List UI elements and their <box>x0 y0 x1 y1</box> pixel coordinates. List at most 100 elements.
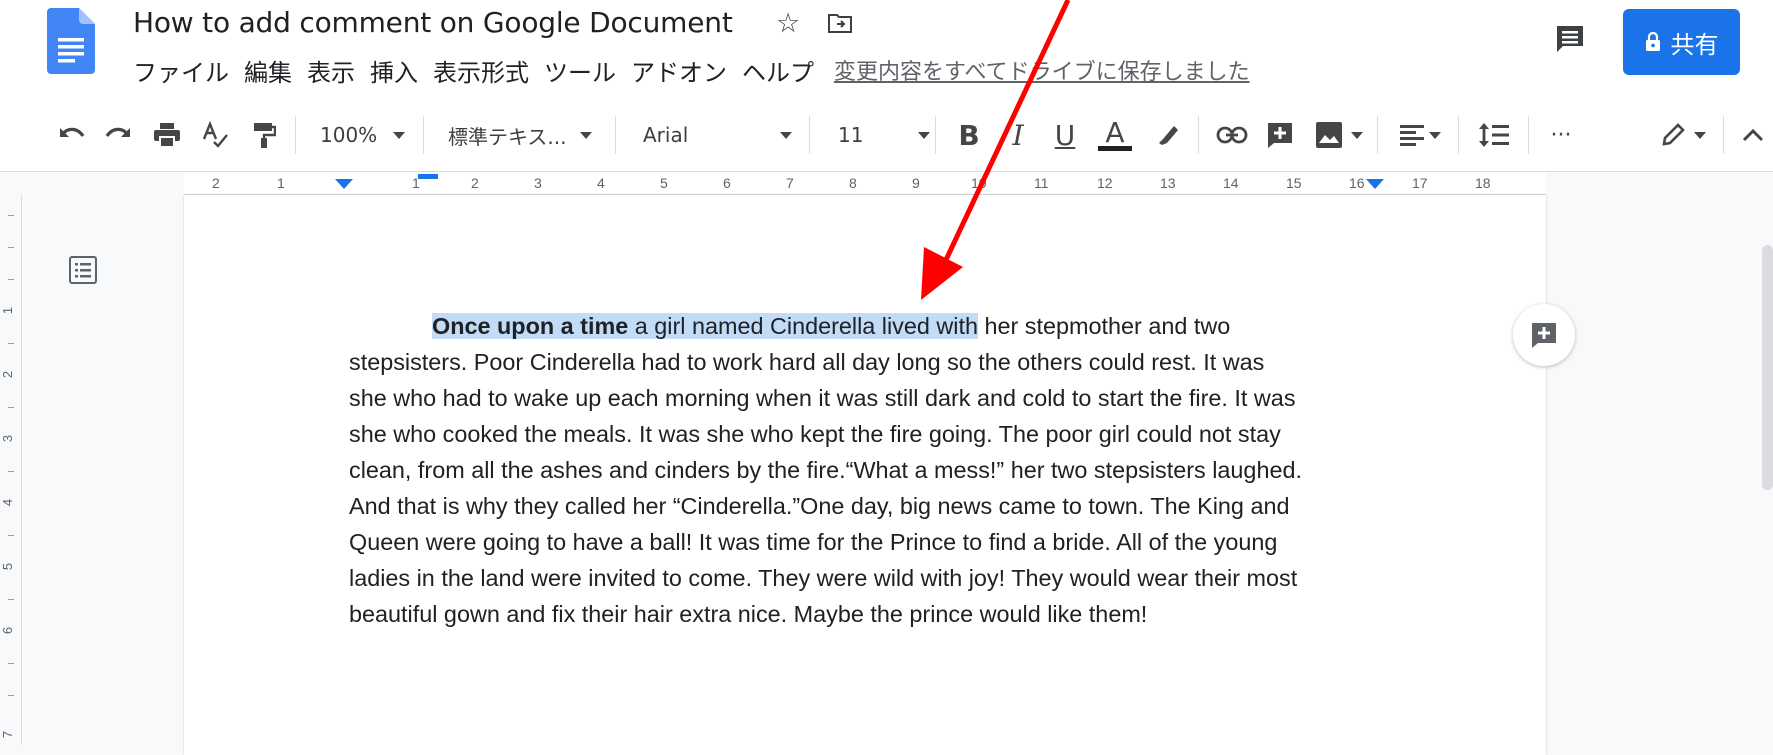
horizontal-ruler[interactable]: 2 1 1 2 3 4 5 6 7 8 9 10 11 12 13 14 15 … <box>0 172 1773 195</box>
paragraph-style-value: 標準テキス... <box>448 124 567 149</box>
save-status[interactable]: 変更内容をすべてドライブに保存しました <box>834 56 1250 90</box>
menu-file[interactable]: ファイル <box>133 56 229 90</box>
vruler-tick <box>8 279 14 280</box>
move-to-folder-icon[interactable] <box>827 12 853 34</box>
ruler-number: 3 <box>534 175 542 191</box>
add-comment-button[interactable] <box>1513 304 1575 366</box>
menu-view[interactable]: 表示 <box>307 56 355 90</box>
ruler-number: 9 <box>912 175 920 191</box>
vertical-ruler[interactable]: 1 2 3 4 5 6 7 <box>0 195 22 745</box>
ruler-number: 15 <box>1286 175 1302 191</box>
text-color-label: A <box>1105 115 1125 149</box>
toolbar-divider <box>935 116 936 154</box>
ruler-number: 10 <box>971 175 987 191</box>
vruler-tick <box>8 215 14 216</box>
lock-icon <box>1645 32 1660 51</box>
outline-icon[interactable] <box>68 255 98 285</box>
insert-image-button[interactable] <box>1309 118 1369 152</box>
redo-icon <box>105 127 130 137</box>
editing-mode-button[interactable] <box>1654 118 1712 152</box>
text-color-button[interactable]: A <box>1097 118 1133 152</box>
chevron-down-icon <box>1351 131 1363 139</box>
zoom-select[interactable]: 100% <box>320 118 406 152</box>
menu-edit[interactable]: 編集 <box>244 56 292 90</box>
bold-button[interactable]: B <box>954 118 984 152</box>
toolbar-divider <box>809 116 810 154</box>
spellcheck-icon <box>202 121 228 148</box>
zoom-value: 100% <box>320 123 378 147</box>
ruler-number: 13 <box>1160 175 1176 191</box>
star-icon[interactable]: ☆ <box>776 8 800 39</box>
ruler-number: 4 <box>597 175 605 191</box>
line-spacing-button[interactable] <box>1476 118 1512 152</box>
vruler-number: 6 <box>0 626 16 635</box>
insert-comment-button[interactable] <box>1263 118 1297 152</box>
paint-format-icon <box>254 123 276 148</box>
ruler-number: 18 <box>1475 175 1491 191</box>
scrollbar[interactable] <box>1762 245 1773 490</box>
underline-button[interactable]: U <box>1050 118 1080 152</box>
menu-tools[interactable]: ツール <box>544 56 616 90</box>
paint-format-button[interactable] <box>247 118 281 152</box>
text-line: clean, from all the ashes and cinders by… <box>349 457 1302 483</box>
font-select[interactable]: Arial <box>643 118 793 152</box>
print-button[interactable] <box>150 118 184 152</box>
vruler-tick <box>8 471 14 472</box>
menu-help[interactable]: ヘルプ <box>742 56 814 90</box>
document-title[interactable]: How to add comment on Google Document <box>133 6 733 39</box>
comment-history-icon[interactable] <box>1553 22 1587 56</box>
selected-text[interactable]: a girl named Cinderella lived with <box>628 313 978 339</box>
collapse-menus-button[interactable] <box>1738 118 1768 152</box>
redo-button[interactable] <box>101 118 135 152</box>
toolbar-divider <box>1198 116 1199 154</box>
vruler-tick <box>8 407 14 408</box>
italic-button[interactable]: I <box>1003 118 1033 152</box>
document-body[interactable]: Once upon a time a girl named Cinderella… <box>349 308 1399 632</box>
paragraph-style-select[interactable]: 標準テキス... <box>448 118 593 152</box>
ruler-number: 8 <box>849 175 857 191</box>
toolbar: 100% 標準テキス... Arial 11 B I U A ··· <box>0 98 1773 172</box>
ruler-number: 16 <box>1349 175 1365 191</box>
text-line: beautiful gown and fix their hair extra … <box>349 601 1148 627</box>
insert-image-icon <box>1316 122 1342 148</box>
highlight-button[interactable] <box>1150 118 1184 152</box>
text-line: stepsisters. Poor Cinderella had to work… <box>349 349 1265 375</box>
ruler-number: 6 <box>723 175 731 191</box>
menu-addons[interactable]: アドオン <box>631 56 727 90</box>
font-size-value: 11 <box>838 123 864 147</box>
spellcheck-button[interactable] <box>198 118 232 152</box>
first-line-indent-marker[interactable] <box>418 174 438 179</box>
text-line: she who had to wake up each morning when… <box>349 385 1296 411</box>
vruler-number: 1 <box>0 306 16 315</box>
align-button[interactable] <box>1393 118 1447 152</box>
add-comment-icon <box>1268 123 1292 148</box>
share-button[interactable]: 共有 <box>1623 9 1740 75</box>
highlight-icon <box>1159 126 1178 145</box>
vruler-tick <box>8 599 14 600</box>
text-line: she who cooked the meals. It was she who… <box>349 421 1281 447</box>
text-line: And that is why they called her “Cindere… <box>349 493 1290 519</box>
bold-label: B <box>958 118 980 152</box>
font-size-select[interactable]: 11 <box>838 118 938 152</box>
ruler-number: 14 <box>1223 175 1239 191</box>
menu-format[interactable]: 表示形式 <box>433 56 529 90</box>
vruler-tick <box>8 343 14 344</box>
underline-label: U <box>1054 118 1076 152</box>
ruler-number: 5 <box>660 175 668 191</box>
menu-insert[interactable]: 挿入 <box>370 56 418 90</box>
toolbar-divider <box>1528 116 1529 154</box>
text-line: ladies in the land were invited to come.… <box>349 565 1298 591</box>
undo-button[interactable] <box>55 118 89 152</box>
vruler-tick <box>8 247 14 248</box>
docs-logo-icon[interactable] <box>47 8 95 74</box>
line-spacing-icon <box>1479 123 1509 147</box>
document-page[interactable]: Once upon a time a girl named Cinderella… <box>184 195 1546 755</box>
right-indent-marker[interactable] <box>1366 179 1384 189</box>
selected-bold-text[interactable]: Once upon a time <box>432 313 629 339</box>
toolbar-divider <box>1458 116 1459 154</box>
insert-link-button[interactable] <box>1214 118 1250 152</box>
share-label: 共有 <box>1670 30 1719 59</box>
left-indent-marker[interactable] <box>335 179 353 189</box>
more-button[interactable]: ··· <box>1543 118 1579 152</box>
chevron-down-icon <box>393 131 406 139</box>
